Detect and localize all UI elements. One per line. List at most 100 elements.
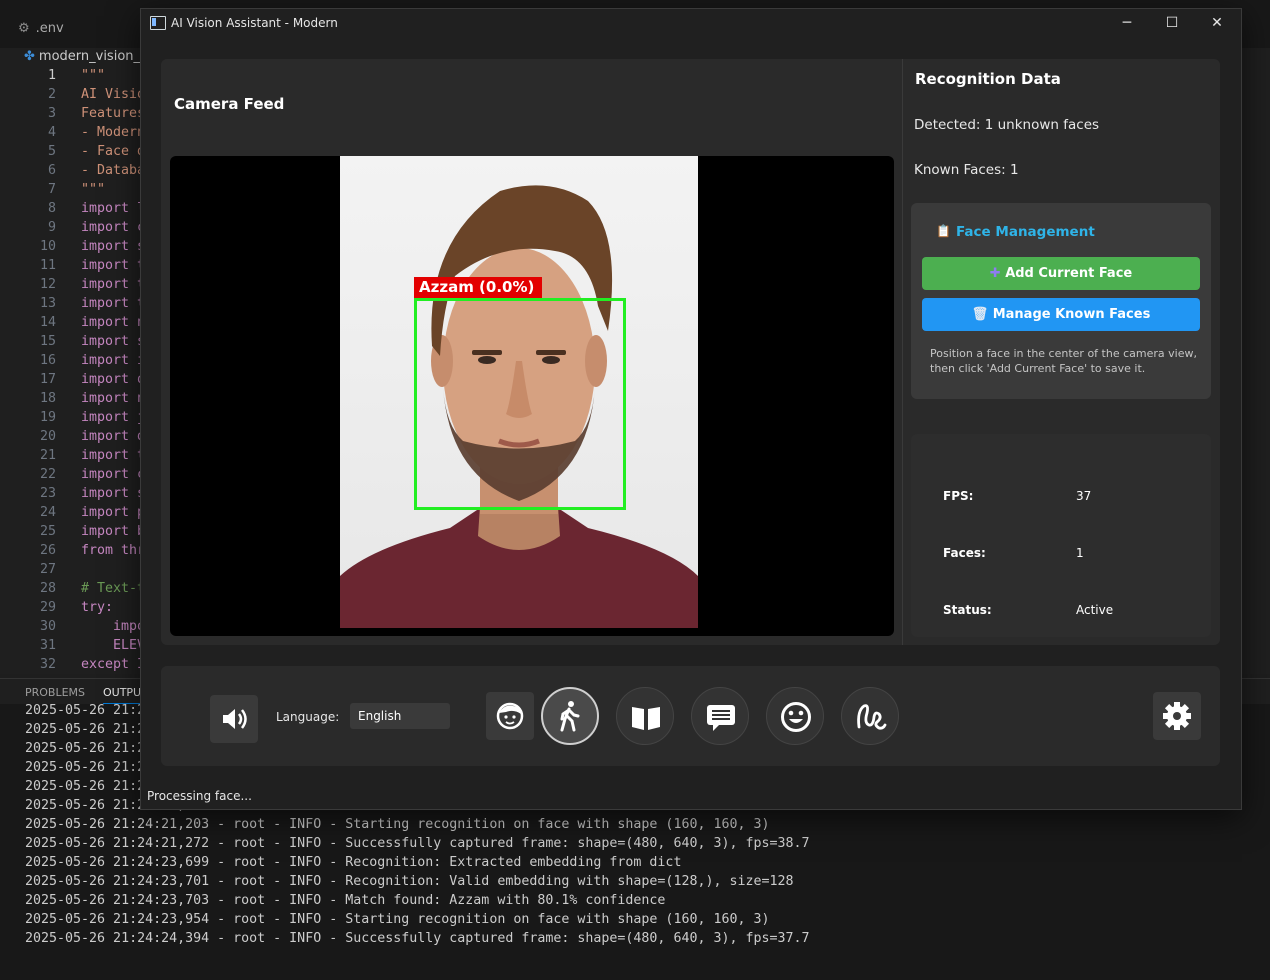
- code-line: 32 except I: [0, 655, 160, 674]
- log-line: 2025-05-26 21:24:23,701 - root - INFO - …: [25, 874, 794, 889]
- minimize-button[interactable]: ─: [1104, 9, 1150, 39]
- faces-value: 1: [1076, 546, 1084, 560]
- log-line: 2025-05-26 21:24:21,272 - root - INFO - …: [25, 836, 810, 851]
- log-line: 2025-05-26 21:24:21,203 - root - INFO - …: [25, 817, 770, 832]
- code-text: import l: [81, 201, 146, 216]
- gesture-mode-button[interactable]: [841, 687, 899, 745]
- close-button[interactable]: ✕: [1194, 9, 1240, 39]
- line-number: 32: [39, 657, 56, 672]
- title-bar: AI Vision Assistant - Modern ─ ☐ ✕: [141, 9, 1241, 39]
- code-text: import n: [81, 315, 146, 330]
- code-text: impo: [81, 619, 146, 634]
- face-management-title: Face Management: [956, 224, 1095, 240]
- clipboard-icon: 📋: [936, 224, 951, 238]
- chat-icon: [707, 705, 735, 731]
- log-line: 2025-05-26 21:2: [25, 741, 146, 756]
- speaker-button[interactable]: [210, 695, 258, 743]
- face-management-hint: Position a face in the center of the cam…: [930, 347, 1197, 375]
- line-number: 27: [39, 562, 56, 577]
- code-text: import c: [81, 467, 146, 482]
- settings-button[interactable]: [1153, 692, 1201, 740]
- line-number: 14: [39, 315, 56, 330]
- code-text: - Face d: [81, 144, 146, 159]
- line-number: 16: [39, 353, 56, 368]
- line-number: 7: [47, 182, 56, 197]
- book-icon: [632, 707, 660, 731]
- line-number: 11: [39, 258, 56, 273]
- line-number: 3: [47, 106, 56, 121]
- line-number: 21: [39, 448, 56, 463]
- code-text: from thr: [81, 543, 146, 558]
- face-label: Azzam (0.0%): [414, 277, 543, 298]
- code-line: 26 from thr: [0, 541, 160, 560]
- code-line: 20 import d: [0, 427, 160, 446]
- code-text: ELEV: [81, 638, 146, 653]
- line-number: 26: [39, 543, 56, 558]
- line-number: 9: [47, 220, 56, 235]
- emotion-mode-button[interactable]: [766, 687, 824, 745]
- code-text: import n: [81, 391, 146, 406]
- tab-problems[interactable]: PROBLEMS: [25, 686, 85, 699]
- face-overlay: Azzam (0.0%): [340, 156, 698, 628]
- plus-icon: ✚: [989, 266, 1001, 281]
- code-text: import d: [81, 429, 146, 444]
- code-line: 11 import t: [0, 256, 160, 275]
- code-text: import t: [81, 258, 146, 273]
- code-line: 28 # Text-t: [0, 579, 160, 598]
- add-current-face-label: Add Current Face: [1005, 266, 1133, 281]
- detected-faces-text: Detected: 1 unknown faces: [914, 117, 1100, 133]
- face-mode-button[interactable]: [486, 692, 534, 740]
- code-text: except I: [81, 657, 146, 672]
- language-select[interactable]: English: [350, 703, 450, 729]
- app-window: AI Vision Assistant - Modern ─ ☐ ✕ Camer…: [140, 8, 1242, 810]
- walk-mode-button[interactable]: [541, 687, 599, 745]
- log-line: 2025-05-26 21:24:23,703 - root - INFO - …: [25, 893, 666, 908]
- code-text: import p: [81, 505, 146, 520]
- log-line: 2025-05-26 21:24:24,394 - root - INFO - …: [25, 931, 810, 946]
- line-number: 18: [39, 391, 56, 406]
- code-line: 31 ELEV: [0, 636, 160, 655]
- line-number: 31: [39, 638, 56, 653]
- status-value: Active: [1076, 603, 1114, 617]
- code-line: 25 import b: [0, 522, 160, 541]
- status-label: Status:: [943, 603, 992, 617]
- code-line: 1 """: [0, 66, 160, 85]
- line-number: 2: [47, 87, 56, 102]
- code-line: 24 import p: [0, 503, 160, 522]
- line-number: 23: [39, 486, 56, 501]
- recognition-data-title: Recognition Data: [915, 70, 1061, 88]
- face-mode-icon: [496, 702, 524, 730]
- line-number: 13: [39, 296, 56, 311]
- line-number: 30: [39, 619, 56, 634]
- line-number: 15: [39, 334, 56, 349]
- code-text: import t: [81, 296, 146, 311]
- code-line: 21 import t: [0, 446, 160, 465]
- code-line: 8 import l: [0, 199, 160, 218]
- line-number: 5: [47, 144, 56, 159]
- walking-person-icon: [560, 701, 580, 732]
- code-text: """: [81, 68, 106, 83]
- read-mode-button[interactable]: [616, 687, 674, 745]
- code-text: import b: [81, 524, 146, 539]
- code-line: 17 import q: [0, 370, 160, 389]
- breadcrumb-file[interactable]: modern_vision_p: [39, 49, 148, 64]
- code-line: 29 try:: [0, 598, 160, 617]
- add-current-face-button[interactable]: ✚ Add Current Face: [922, 257, 1200, 290]
- fps-value: 37: [1076, 489, 1092, 503]
- code-line: 19 import j: [0, 408, 160, 427]
- panel-divider: [902, 59, 903, 645]
- editor-tab-env[interactable]: ⚙ .env: [0, 14, 130, 44]
- code-line: 4 - Modern: [0, 123, 160, 142]
- code-line: 12 import t: [0, 275, 160, 294]
- maximize-button[interactable]: ☐: [1149, 9, 1195, 39]
- code-line: 22 import c: [0, 465, 160, 484]
- chat-mode-button[interactable]: [691, 687, 749, 745]
- log-line: 2025-05-26 21:2: [25, 703, 146, 718]
- line-number: 25: [39, 524, 56, 539]
- stats-panel: FPS: 37 Faces: 1 Status: Active: [911, 434, 1211, 637]
- code-line: 9 import c: [0, 218, 160, 237]
- code-text: """: [81, 182, 106, 197]
- code-text: import c: [81, 220, 146, 235]
- smiley-icon: [781, 702, 811, 732]
- manage-known-faces-button[interactable]: 🗑 Manage Known Faces: [922, 298, 1200, 331]
